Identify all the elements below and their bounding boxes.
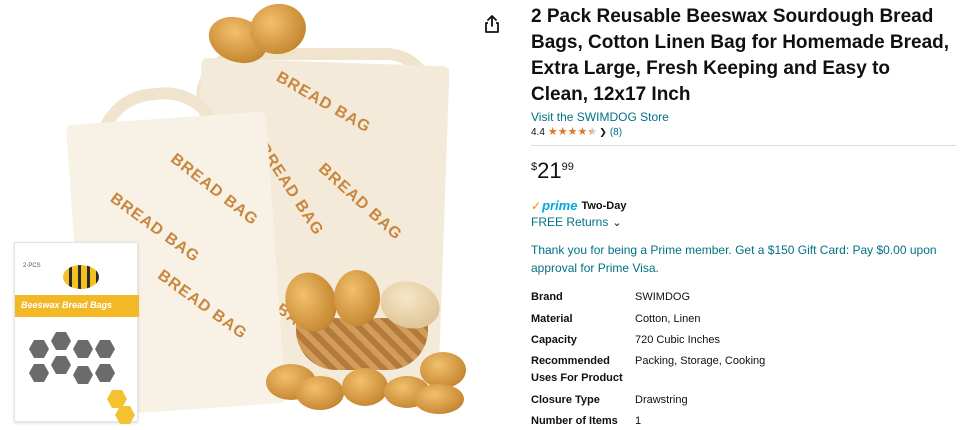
spec-value: 1 xyxy=(635,415,642,427)
spec-value: Packing, Storage, Cooking xyxy=(635,355,766,367)
prime-logo: prime xyxy=(542,198,578,213)
price: $ 21 99 xyxy=(531,158,574,184)
star-icon: ★ xyxy=(577,126,588,138)
free-returns-link[interactable]: FREE Returns ⌄ xyxy=(531,215,622,229)
bread-roll xyxy=(342,368,388,406)
spec-key: Recommended Uses For Product xyxy=(531,355,623,384)
chevron-down-icon[interactable]: ❯ xyxy=(599,127,607,138)
star-icon: ★ xyxy=(557,126,568,138)
star-rating[interactable]: ★ ★ ★ ★ ★ xyxy=(548,127,597,138)
spec-value: Cotton, Linen xyxy=(635,313,701,325)
hexagon-icon xyxy=(115,406,135,424)
spec-key: Closure Type xyxy=(531,394,600,406)
bag-print-text: BREAD BAG xyxy=(273,68,374,137)
star-icon: ★ xyxy=(547,126,558,138)
spec-key: Brand xyxy=(531,291,563,303)
bread-roll xyxy=(414,384,464,414)
bag-print-text: BREAD BAG xyxy=(154,266,251,343)
hexagon-icon xyxy=(73,340,93,358)
spec-value: 720 Cubic Inches xyxy=(635,334,720,346)
free-returns-label: FREE Returns xyxy=(531,215,609,229)
box-pcs-label: 2-PCS xyxy=(23,263,41,269)
store-link[interactable]: Visit the SWIMDOG Store xyxy=(531,110,669,124)
bread-roll xyxy=(420,352,466,388)
product-title: 2 Pack Reusable Beeswax Sourdough Bread … xyxy=(531,6,950,105)
prime-visa-promo[interactable]: Thank you for being a Prime member. Get … xyxy=(531,241,943,277)
spec-key: Capacity xyxy=(531,334,577,346)
bag-print-text: BREAD BAG xyxy=(314,160,406,244)
product-image[interactable]: BREAD BAG BREAD BAG BREAD BAG BREAD BAG … xyxy=(0,0,500,430)
bread-roll xyxy=(296,376,344,410)
divider xyxy=(531,145,956,146)
share-icon[interactable] xyxy=(483,14,501,34)
star-icon: ★ xyxy=(587,126,598,138)
packaging-box: 2-PCS Beeswax Bread Bags xyxy=(14,242,139,424)
box-title: Beeswax Bread Bags xyxy=(21,300,113,310)
hexagon-icon xyxy=(95,364,115,382)
bag-print-text: BREAD BAG xyxy=(167,150,262,230)
rating-row: 4.4 ★ ★ ★ ★ ★ ❯ (8) xyxy=(531,127,622,139)
prime-delivery-label: Two-Day xyxy=(581,199,627,212)
prime-badge[interactable]: ✓ prime Two-Day xyxy=(531,198,627,213)
rating-value: 4.4 xyxy=(531,127,545,138)
hexagon-icon xyxy=(29,364,49,382)
price-fraction: 99 xyxy=(561,161,574,173)
hexagon-icon xyxy=(51,356,71,374)
bee-icon xyxy=(63,265,99,289)
rating-count-link[interactable]: (8) xyxy=(610,127,622,138)
chevron-down-icon: ⌄ xyxy=(612,217,622,229)
star-icon: ★ xyxy=(567,126,578,138)
hexagon-icon xyxy=(51,332,71,350)
spec-value: SWIMDOG xyxy=(635,291,690,303)
spec-key: Material xyxy=(531,313,573,325)
hexagon-icon xyxy=(29,340,49,358)
bread-loaf xyxy=(334,270,380,326)
hexagon-icon xyxy=(73,366,93,384)
price-whole: 21 xyxy=(537,158,562,183)
hexagon-icon xyxy=(95,340,115,358)
spec-key: Number of Items xyxy=(531,415,618,427)
checkmark-icon: ✓ xyxy=(531,198,542,213)
spec-value: Drawstring xyxy=(635,394,688,406)
